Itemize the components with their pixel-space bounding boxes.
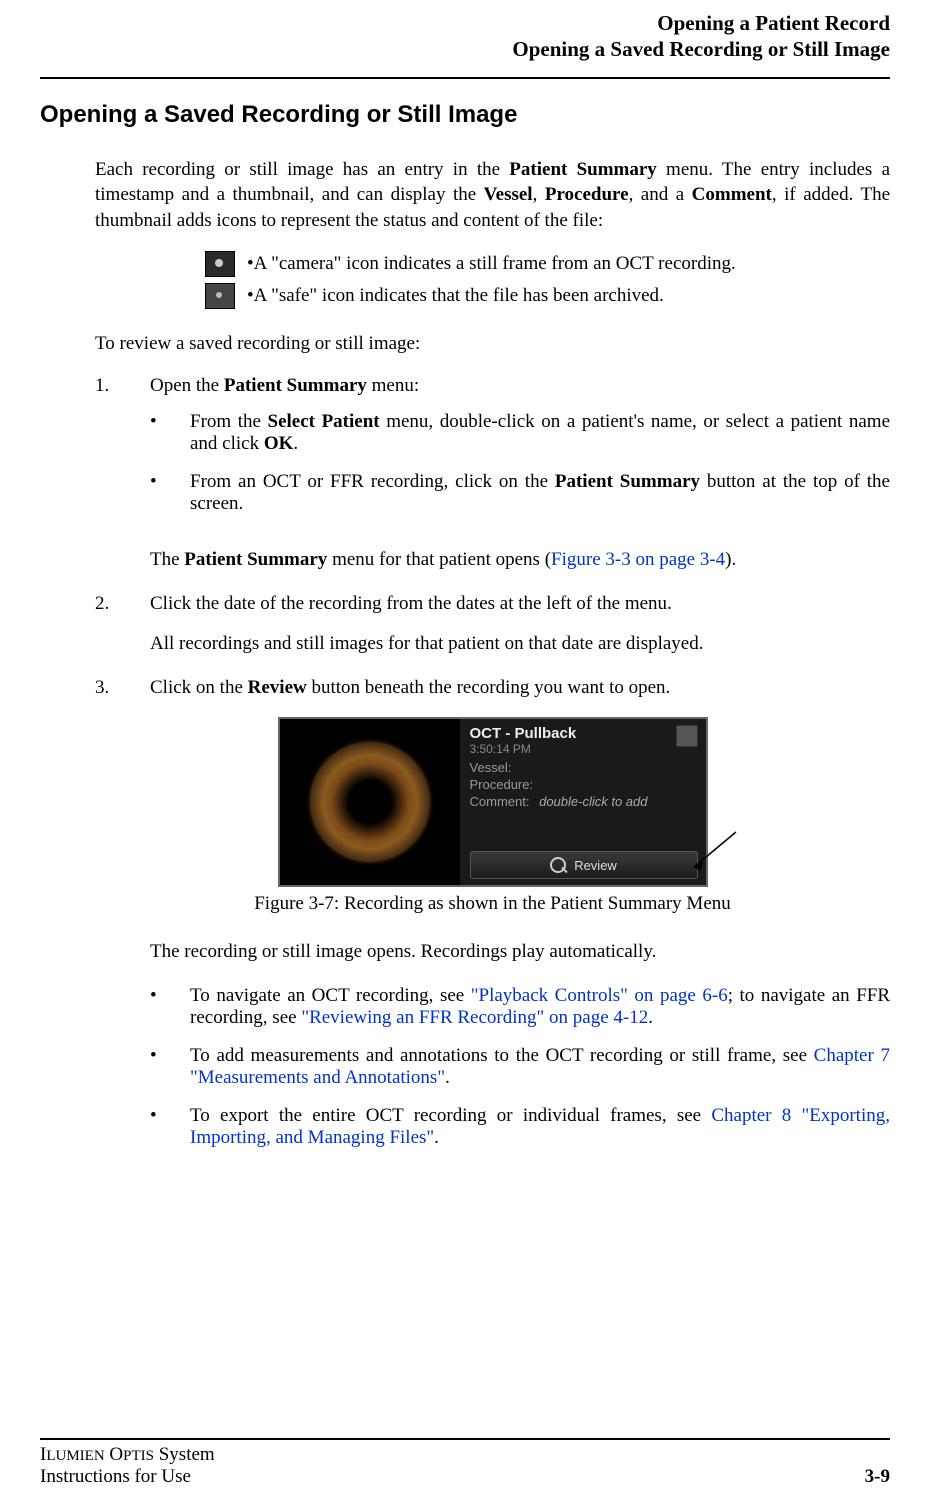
page-footer: ILUMIEN OPTIS System Instructions for Us… <box>40 1438 890 1488</box>
magnifier-icon <box>550 857 566 873</box>
step-3: 3. Click on the Review button beneath th… <box>95 677 890 699</box>
legend-safe-text: •A "safe" icon indicates that the file h… <box>247 285 664 307</box>
thumb-comment-row: Comment: double-click to add <box>470 794 698 809</box>
icon-legend: •A "camera" icon indicates a still frame… <box>95 251 890 309</box>
thumb-procedure-label: Procedure: <box>470 777 698 792</box>
header-line-2: Opening a Saved Recording or Still Image <box>40 36 890 62</box>
final-bullet-b: • To add measurements and annotations to… <box>150 1045 890 1089</box>
oct-ring-icon <box>310 742 430 862</box>
final-bullet-c: • To export the entire OCT recording or … <box>150 1105 890 1149</box>
intro-paragraph: Each recording or still image has an ent… <box>95 157 890 234</box>
figure-caption: Figure 3-7: Recording as shown in the Pa… <box>95 893 890 915</box>
safe-icon <box>205 283 235 309</box>
section-title: Opening a Saved Recording or Still Image <box>40 101 890 129</box>
footer-rule <box>40 1438 890 1440</box>
link-reviewing-ffr[interactable]: "Reviewing an FFR Recording" on page 4-1… <box>301 1007 648 1028</box>
header-rule <box>40 77 890 79</box>
step-1-number: 1. <box>95 375 150 531</box>
thumb-vessel-label: Vessel: <box>470 760 698 775</box>
step-2-number: 2. <box>95 593 150 615</box>
archive-checkbox[interactable] <box>676 725 698 747</box>
thumb-comment-hint[interactable]: double-click to add <box>539 794 647 809</box>
step-2-result: All recordings and still images for that… <box>150 633 890 655</box>
figure-3-7: OCT - Pullback 3:50:14 PM Vessel: Proced… <box>278 717 708 887</box>
review-button[interactable]: Review <box>470 851 698 879</box>
legend-row-camera: •A "camera" icon indicates a still frame… <box>205 251 890 277</box>
after-figure-text: The recording or still image opens. Reco… <box>150 941 890 963</box>
review-intro: To review a saved recording or still ima… <box>95 331 890 357</box>
oct-thumbnail <box>280 719 460 885</box>
recording-thumbnail-card: OCT - Pullback 3:50:14 PM Vessel: Proced… <box>278 717 708 887</box>
step-1: 1. Open the Patient Summary menu: • From… <box>95 375 890 531</box>
running-header: Opening a Patient Record Opening a Saved… <box>40 10 890 63</box>
thumb-time: 3:50:14 PM <box>470 742 698 756</box>
final-bullet-a: • To navigate an OCT recording, see "Pla… <box>150 985 890 1029</box>
step-1-result: The Patient Summary menu for that patien… <box>150 549 890 571</box>
footer-left: ILUMIEN OPTIS System Instructions for Us… <box>40 1444 215 1488</box>
callout-arrow-icon <box>686 827 746 877</box>
legend-row-safe: •A "safe" icon indicates that the file h… <box>205 283 890 309</box>
link-figure-3-3[interactable]: Figure 3-3 on page 3-4 <box>551 549 725 570</box>
step-3-number: 3. <box>95 677 150 699</box>
step-1-bullet-a: • From the Select Patient menu, double-c… <box>150 411 890 455</box>
step-2: 2. Click the date of the recording from … <box>95 593 890 615</box>
link-playback-controls[interactable]: "Playback Controls" on page 6-6 <box>471 985 728 1006</box>
thumb-title: OCT - Pullback <box>470 725 698 742</box>
step-1-bullet-b: • From an OCT or FFR recording, click on… <box>150 471 890 515</box>
camera-icon <box>205 251 235 277</box>
legend-camera-text: •A "camera" icon indicates a still frame… <box>247 253 736 275</box>
page-number: 3-9 <box>865 1466 890 1488</box>
header-line-1: Opening a Patient Record <box>40 10 890 36</box>
